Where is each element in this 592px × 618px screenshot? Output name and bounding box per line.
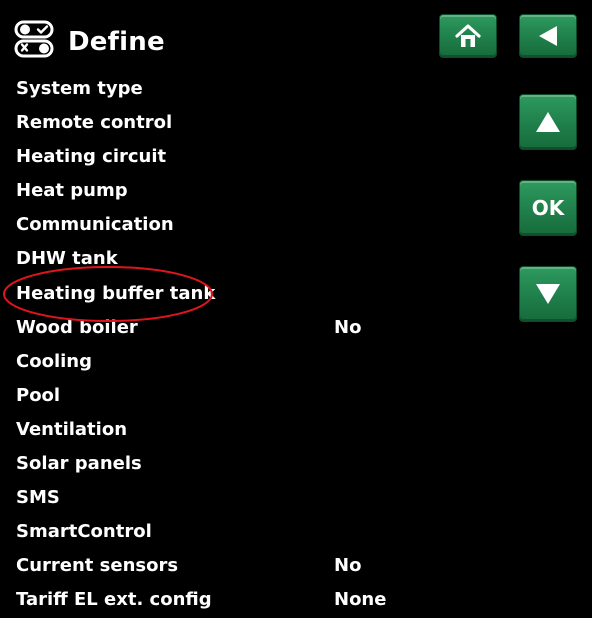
back-arrow-icon [539, 26, 557, 46]
menu-item-remote-control[interactable]: Remote control [16, 106, 516, 140]
ok-label: OK [531, 196, 565, 220]
ok-button[interactable]: OK [519, 180, 577, 236]
page-title: Define [68, 27, 165, 57]
menu-item-heating-circuit[interactable]: Heating circuit [16, 140, 516, 174]
menu-item-label: Heating circuit [16, 146, 167, 168]
menu-item-label: Communication [16, 214, 174, 236]
menu-item-label: Tariff EL ext. config [16, 589, 212, 611]
menu-item-value: No [334, 555, 362, 577]
toggle-switches-icon [14, 20, 54, 58]
menu-item-cooling[interactable]: Cooling [16, 345, 516, 379]
menu-item-sms[interactable]: SMS [16, 481, 516, 515]
menu-item-label: Wood boiler [16, 316, 138, 338]
menu-item-value: No [334, 316, 362, 338]
down-arrow-icon [536, 284, 560, 304]
menu-item-label: Current sensors [16, 555, 179, 577]
menu-item-label: Pool [16, 384, 61, 406]
menu-item-dhw-tank[interactable]: DHW tank [16, 242, 516, 276]
menu-item-wood-boiler[interactable]: Wood boiler No [16, 311, 516, 345]
menu-item-smartcontrol[interactable]: SmartControl [16, 515, 516, 549]
menu-item-value: None [334, 589, 387, 611]
menu-item-ventilation[interactable]: Ventilation [16, 413, 516, 447]
menu-item-system-type[interactable]: System type [16, 72, 516, 106]
menu-item-current-sensors[interactable]: Current sensors No [16, 549, 516, 583]
home-button[interactable] [439, 14, 497, 58]
menu-item-label: Heating buffer tank [16, 282, 216, 304]
menu-item-communication[interactable]: Communication [16, 208, 516, 242]
menu-item-pool[interactable]: Pool [16, 379, 516, 413]
menu-item-heating-buffer-tank[interactable]: Heating buffer tank [16, 277, 516, 311]
menu-item-label: System type [16, 78, 143, 99]
menu-item-label: Ventilation [16, 418, 128, 440]
menu-list: System type Remote control Heating circu… [16, 72, 516, 618]
menu-item-label: SMS [16, 487, 60, 509]
home-icon [455, 24, 481, 47]
menu-item-solar-panels[interactable]: Solar panels [16, 447, 516, 481]
back-button[interactable] [519, 14, 577, 58]
menu-item-label: Remote control [16, 112, 173, 134]
menu-item-label: Cooling [16, 350, 92, 372]
menu-item-tariff-el-ext-config[interactable]: Tariff EL ext. config None [16, 583, 516, 617]
menu-item-label: Solar panels [16, 453, 142, 475]
up-arrow-icon [536, 112, 560, 132]
menu-item-heat-pump[interactable]: Heat pump [16, 174, 516, 208]
menu-item-label: Heat pump [16, 180, 128, 202]
menu-item-label: DHW tank [16, 248, 118, 270]
menu-item-label: SmartControl [16, 521, 152, 543]
scroll-up-button[interactable] [519, 94, 577, 150]
scroll-down-button[interactable] [519, 266, 577, 322]
